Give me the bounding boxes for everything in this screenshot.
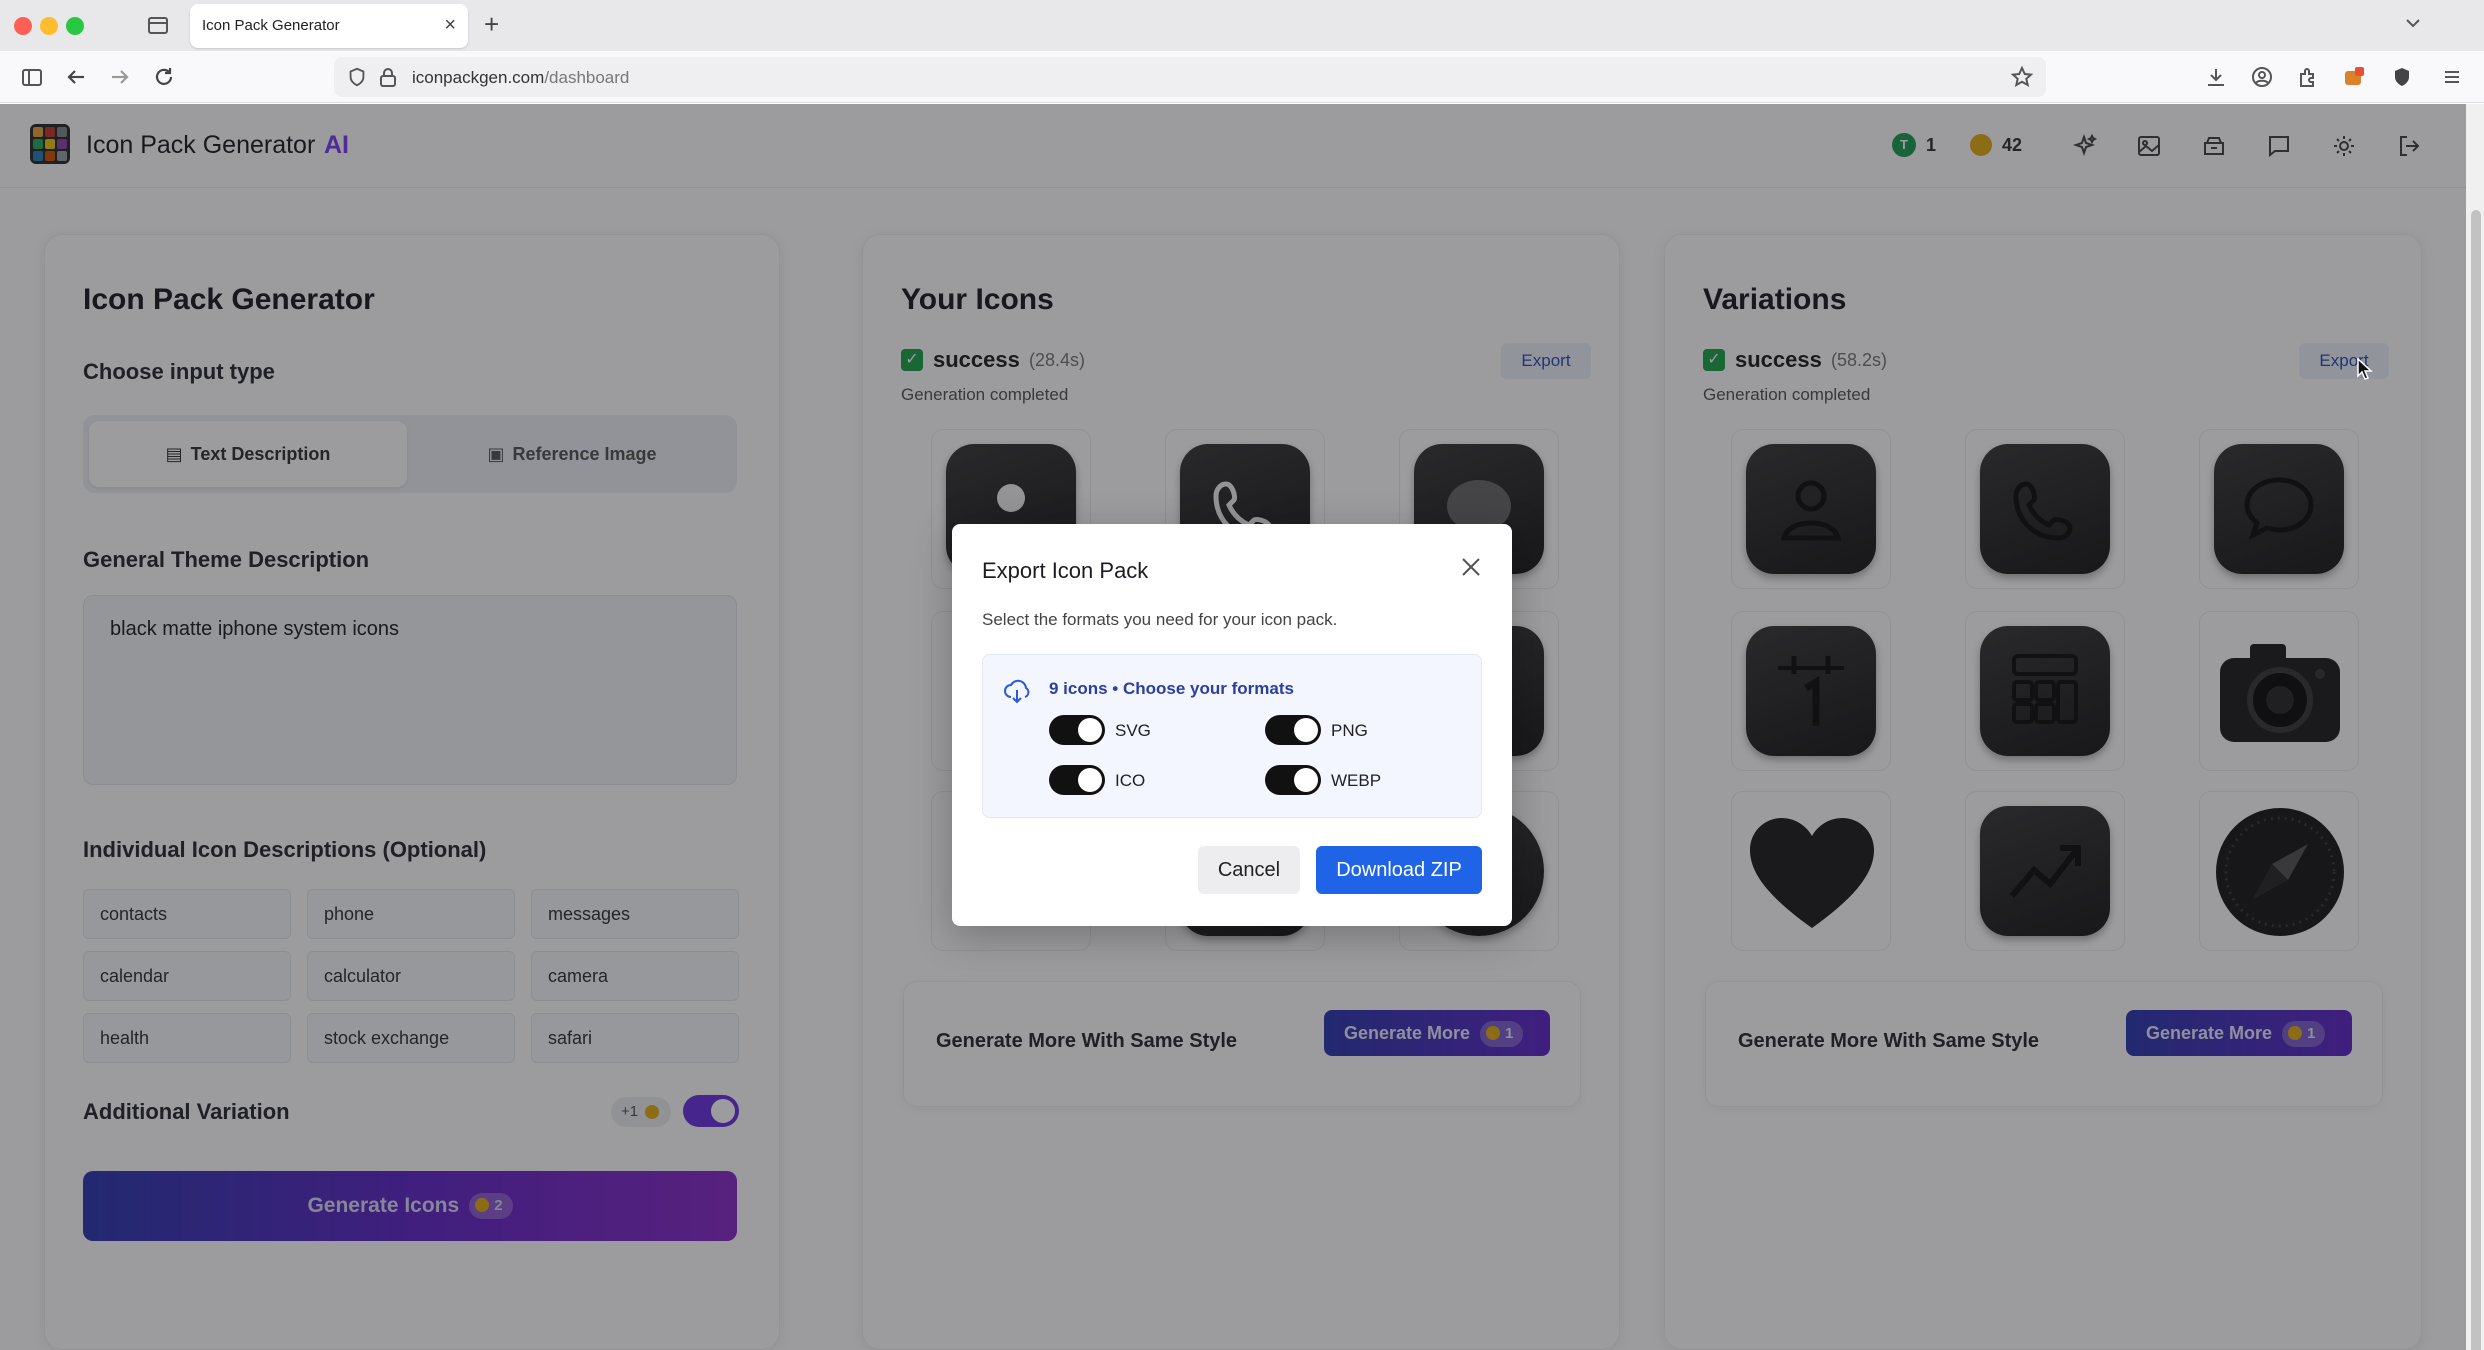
address-bar[interactable]: iconpackgen.com/dashboard [334, 57, 2046, 97]
lock-icon [380, 68, 396, 87]
format-options-box: 9 icons • Choose your formats SVG PNG IC… [982, 654, 1482, 818]
back-icon[interactable] [64, 65, 88, 89]
shield-icon[interactable] [346, 66, 368, 88]
url-path: /dashboard [544, 68, 630, 87]
svg-format-toggle[interactable] [1049, 715, 1105, 745]
page-scrollbar[interactable] [2466, 104, 2484, 1350]
modal-title: Export Icon Pack [982, 558, 1149, 583]
close-window-button[interactable] [14, 17, 32, 35]
cloud-download-icon [1004, 679, 1030, 704]
url-text[interactable]: iconpackgen.com/dashboard [412, 68, 629, 88]
scrollbar-thumb[interactable] [2471, 210, 2481, 1350]
toggle-knob [1078, 768, 1102, 792]
format-label: WEBP [1331, 771, 1382, 790]
toggle-knob [1078, 718, 1102, 742]
png-format-toggle[interactable] [1265, 715, 1321, 745]
maximize-window-button[interactable] [66, 17, 84, 35]
chevron-down-icon[interactable] [2402, 12, 2424, 34]
extensions-icon[interactable] [2296, 65, 2320, 89]
format-label: ICO [1115, 771, 1146, 790]
toggle-knob [1294, 768, 1318, 792]
mouse-cursor-icon [2357, 358, 2373, 380]
format-label: PNG [1331, 721, 1368, 740]
ico-format-toggle[interactable] [1049, 765, 1105, 795]
format-box-heading: 9 icons • Choose your formats [1049, 679, 1294, 698]
download-icon[interactable] [2204, 65, 2228, 89]
browser-navbar: iconpackgen.com/dashboard [0, 51, 2484, 103]
bookmark-star-icon[interactable] [2010, 65, 2034, 89]
tab-list-icon[interactable] [146, 14, 170, 36]
webp-format-toggle[interactable] [1265, 765, 1321, 795]
close-icon[interactable] [1460, 556, 1482, 578]
tab-close-icon[interactable]: × [444, 14, 456, 37]
new-tab-button[interactable]: + [484, 9, 499, 40]
minimize-window-button[interactable] [40, 17, 58, 35]
extension-badge-icon[interactable] [2342, 65, 2366, 89]
browser-tab[interactable]: Icon Pack Generator × [190, 4, 468, 48]
menu-icon[interactable] [2440, 65, 2464, 89]
browser-tabstrip: Icon Pack Generator × + [0, 0, 2484, 51]
export-modal: Export Icon Pack Select the formats you … [952, 524, 1512, 926]
download-zip-button[interactable]: Download ZIP [1316, 846, 1482, 894]
account-icon[interactable] [2250, 65, 2274, 89]
forward-icon[interactable] [108, 65, 132, 89]
tab-title: Icon Pack Generator [202, 17, 340, 34]
sidebar-toggle-icon[interactable] [20, 65, 44, 89]
modal-description: Select the formats you need for your ico… [982, 610, 1338, 629]
shield-extension-icon[interactable] [2390, 65, 2414, 89]
toggle-knob [1294, 718, 1318, 742]
url-host: iconpackgen.com [412, 68, 545, 87]
cancel-button[interactable]: Cancel [1198, 846, 1300, 894]
format-label: SVG [1115, 721, 1151, 740]
reload-icon[interactable] [152, 65, 176, 89]
